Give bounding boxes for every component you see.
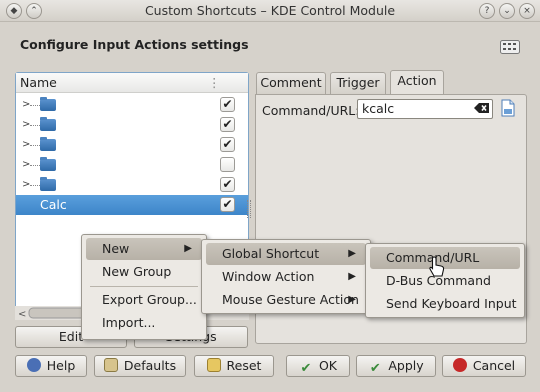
menu-item-window-action[interactable]: Window Action ▶ — [206, 266, 366, 288]
column-options-icon[interactable]: ⋮ — [208, 73, 221, 92]
enabled-checkbox[interactable]: ✔ — [220, 197, 235, 212]
menu-item-new-group[interactable]: New Group — [86, 261, 202, 283]
cancel-icon — [452, 358, 467, 372]
folder-icon — [40, 117, 56, 131]
defaults-label: Defaults — [123, 358, 177, 373]
tree-row[interactable]: > ✔ — [16, 135, 248, 155]
menu-item-import[interactable]: Import... — [86, 312, 202, 334]
menu-item-global-shortcut[interactable]: Global Shortcut ▶ — [206, 243, 366, 265]
submenu-arrow-icon: ▶ — [184, 243, 192, 254]
tab-comment[interactable]: Comment — [256, 72, 326, 94]
minimize-icon[interactable]: ⌄ — [499, 3, 515, 19]
defaults-button[interactable]: Defaults — [94, 355, 186, 377]
tree-header[interactable]: Name ⋮ — [16, 73, 248, 93]
ok-label: OK — [318, 358, 338, 373]
tree-row[interactable]: > ✔ — [16, 175, 248, 195]
new-submenu: Global Shortcut ▶ Window Action ▶ Mouse … — [201, 239, 371, 314]
enabled-checkbox[interactable]: ✔ — [220, 137, 235, 152]
enabled-checkbox[interactable]: ✔ — [220, 97, 235, 112]
help-button[interactable]: Help — [15, 355, 87, 377]
cancel-label: Cancel — [472, 358, 516, 373]
help-icon[interactable]: ? — [479, 3, 495, 19]
submenu-arrow-icon: ▶ — [348, 271, 356, 282]
reset-label: Reset — [226, 358, 262, 373]
tab-trigger[interactable]: Trigger — [330, 72, 386, 94]
help-icon — [26, 358, 41, 372]
reset-icon — [206, 358, 221, 372]
defaults-icon — [103, 358, 118, 372]
window-title: Custom Shortcuts – KDE Control Module — [144, 3, 396, 18]
menu-item-label: Global Shortcut — [222, 246, 320, 261]
tab-label: Trigger — [336, 75, 380, 90]
edit-label: Edit — [58, 329, 84, 344]
menu-separator — [90, 286, 198, 287]
menu-item-new[interactable]: New ▶ — [86, 238, 202, 260]
tree-item-label: Calc — [40, 197, 67, 212]
cancel-button[interactable]: Cancel — [442, 355, 526, 377]
folder-icon — [40, 177, 56, 191]
check-icon: ✔ — [369, 361, 381, 376]
window-titlebar[interactable]: ◆ ⌃ Custom Shortcuts – KDE Control Modul… — [0, 0, 540, 22]
global-shortcut-submenu: Command/URL D-Bus Command Send Keyboard … — [365, 243, 525, 318]
ok-button[interactable]: ✔ OK — [286, 355, 350, 377]
command-url-input[interactable]: kcalc — [357, 99, 493, 119]
folder-icon — [40, 137, 56, 151]
tree-row[interactable]: > ✔ — [16, 95, 248, 115]
page-title: Configure Input Actions settings — [20, 37, 249, 52]
close-icon[interactable]: × — [519, 3, 535, 19]
command-url-label: Command/URL: — [262, 103, 360, 118]
enabled-checkbox[interactable]: ✔ — [220, 177, 235, 192]
check-icon: ✔ — [300, 361, 312, 376]
mouse-cursor-icon — [429, 256, 445, 277]
tab-label: Comment — [260, 75, 322, 90]
enabled-checkbox[interactable] — [220, 157, 235, 172]
menu-item-label: Export Group... — [102, 292, 197, 307]
open-file-icon[interactable] — [499, 99, 517, 117]
splitter-handle[interactable] — [247, 200, 251, 218]
tab-label: Action — [397, 73, 437, 88]
menu-item-label: New — [102, 241, 130, 256]
keyboard-icon — [500, 40, 520, 54]
enabled-checkbox[interactable]: ✔ — [220, 117, 235, 132]
menu-item-export-group[interactable]: Export Group... — [86, 289, 202, 311]
svg-text:<: < — [18, 309, 26, 320]
tree-row[interactable]: > ✔ — [16, 115, 248, 135]
reset-button[interactable]: Reset — [194, 355, 274, 377]
menu-item-mouse-gesture-action[interactable]: Mouse Gesture Action ▶ — [206, 289, 366, 311]
help-label: Help — [46, 358, 76, 373]
apply-label: Apply — [388, 358, 424, 373]
menu-item-send-keyboard-input[interactable]: Send Keyboard Input — [370, 293, 520, 315]
context-menu: New ▶ New Group Export Group... Import..… — [81, 234, 207, 340]
menu-item-label: Import... — [102, 315, 156, 330]
tab-action[interactable]: Action — [390, 70, 444, 94]
menu-item-label: New Group — [102, 264, 172, 279]
folder-icon — [40, 157, 56, 171]
clear-text-icon[interactable] — [474, 102, 490, 114]
menu-item-label: Mouse Gesture Action — [222, 292, 359, 307]
column-name: Name — [20, 75, 57, 90]
submenu-arrow-icon: ▶ — [348, 294, 356, 305]
tree-row[interactable]: > — [16, 155, 248, 175]
tree-row-selected[interactable]: Calc ✔ — [16, 195, 248, 215]
menu-item-label: Window Action — [222, 269, 315, 284]
folder-icon — [40, 97, 56, 111]
menu-item-label: Send Keyboard Input — [386, 296, 517, 311]
submenu-arrow-icon: ▶ — [348, 248, 356, 259]
apply-button[interactable]: ✔ Apply — [356, 355, 436, 377]
